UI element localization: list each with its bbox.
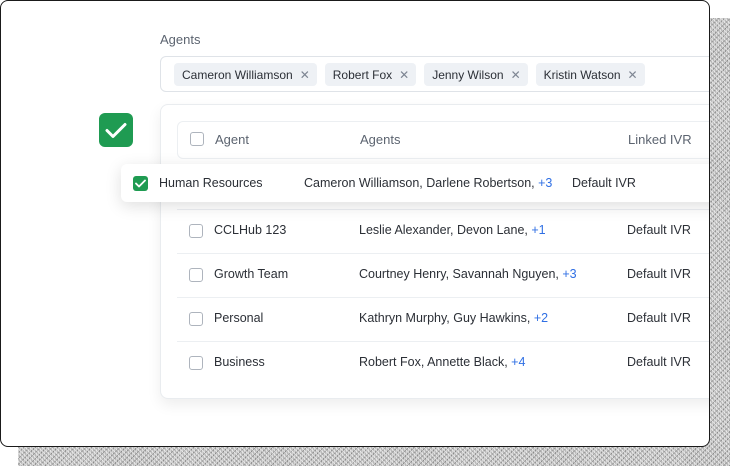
row-linked-ivr: Default IVR — [572, 176, 636, 190]
agent-tag-label: Kristin Watson — [543, 67, 621, 82]
agents-tag-input[interactable]: Cameron Williamson ✕ Robert Fox ✕ Jenny … — [160, 56, 709, 92]
row-agent-name: Growth Team — [214, 267, 289, 281]
row-checkbox[interactable] — [189, 356, 203, 370]
row-agents-list: Cameron Williamson, Darlene Robertson, +… — [304, 176, 553, 190]
more-agents-link[interactable]: +1 — [531, 223, 545, 237]
row-agent-name: Human Resources — [159, 176, 263, 190]
agent-tag: Cameron Williamson ✕ — [174, 63, 317, 86]
row-linked-ivr: Default IVR — [627, 355, 691, 369]
table-header: Agent Agents Linked IVR — [177, 121, 709, 159]
column-header-agent[interactable]: Agent — [215, 132, 249, 147]
row-agent-name: Personal — [214, 311, 264, 325]
column-header-agents[interactable]: Agents — [360, 132, 400, 147]
table-row[interactable]: Growth Team Courtney Henry, Savannah Ngu… — [177, 253, 709, 298]
row-linked-ivr: Default IVR — [627, 311, 691, 325]
more-agents-link[interactable]: +4 — [511, 355, 525, 369]
agents-field-label: Agents — [160, 32, 201, 47]
row-linked-ivr: Default IVR — [627, 267, 691, 281]
close-icon[interactable]: ✕ — [300, 68, 310, 82]
row-agent-name: CCLHub 123 — [214, 223, 287, 237]
check-icon — [105, 122, 127, 138]
row-checkbox[interactable] — [189, 312, 203, 326]
check-icon — [135, 179, 146, 188]
agent-tag-label: Jenny Wilson — [432, 67, 504, 82]
row-checkbox-checked[interactable] — [133, 176, 148, 191]
agent-tag: Robert Fox ✕ — [324, 63, 417, 86]
row-agents-list: Kathryn Murphy, Guy Hawkins, +2 — [359, 311, 549, 325]
row-agents-list: Courtney Henry, Savannah Nguyen, +3 — [359, 267, 577, 281]
more-agents-link[interactable]: +3 — [562, 267, 576, 281]
table-row[interactable]: Personal Kathryn Murphy, Guy Hawkins, +2… — [177, 297, 709, 342]
column-header-linked-ivr[interactable]: Linked IVR — [628, 132, 692, 147]
selected-table-row[interactable]: Human Resources Cameron Williamson, Darl… — [121, 164, 709, 202]
selection-check-badge — [99, 113, 133, 147]
more-agents-link[interactable]: +3 — [538, 176, 552, 190]
row-agents-list: Leslie Alexander, Devon Lane, +1 — [359, 223, 546, 237]
agent-tag-label: Robert Fox — [332, 67, 393, 82]
main-card: Agents Cameron Williamson ✕ Robert Fox ✕… — [0, 0, 710, 447]
agents-table: Agent Agents Linked IVR CCLHub 123 Lesli… — [160, 104, 709, 399]
select-all-checkbox[interactable] — [190, 132, 204, 146]
close-icon[interactable]: ✕ — [511, 68, 521, 82]
agent-tag-label: Cameron Williamson — [182, 67, 293, 82]
agents-tags: Cameron Williamson ✕ Robert Fox ✕ Jenny … — [174, 63, 645, 86]
close-icon[interactable]: ✕ — [399, 68, 409, 82]
agent-tag: Kristin Watson ✕ — [535, 63, 645, 86]
row-checkbox[interactable] — [189, 268, 203, 282]
agent-tag: Jenny Wilson ✕ — [424, 63, 528, 86]
close-icon[interactable]: ✕ — [628, 68, 638, 82]
row-checkbox[interactable] — [189, 224, 203, 238]
table-row[interactable]: Business Robert Fox, Annette Black, +4 D… — [177, 341, 709, 385]
row-agent-name: Business — [214, 355, 265, 369]
table-row[interactable]: CCLHub 123 Leslie Alexander, Devon Lane,… — [177, 209, 709, 254]
row-linked-ivr: Default IVR — [627, 223, 691, 237]
row-agents-list: Robert Fox, Annette Black, +4 — [359, 355, 526, 369]
more-agents-link[interactable]: +2 — [534, 311, 548, 325]
